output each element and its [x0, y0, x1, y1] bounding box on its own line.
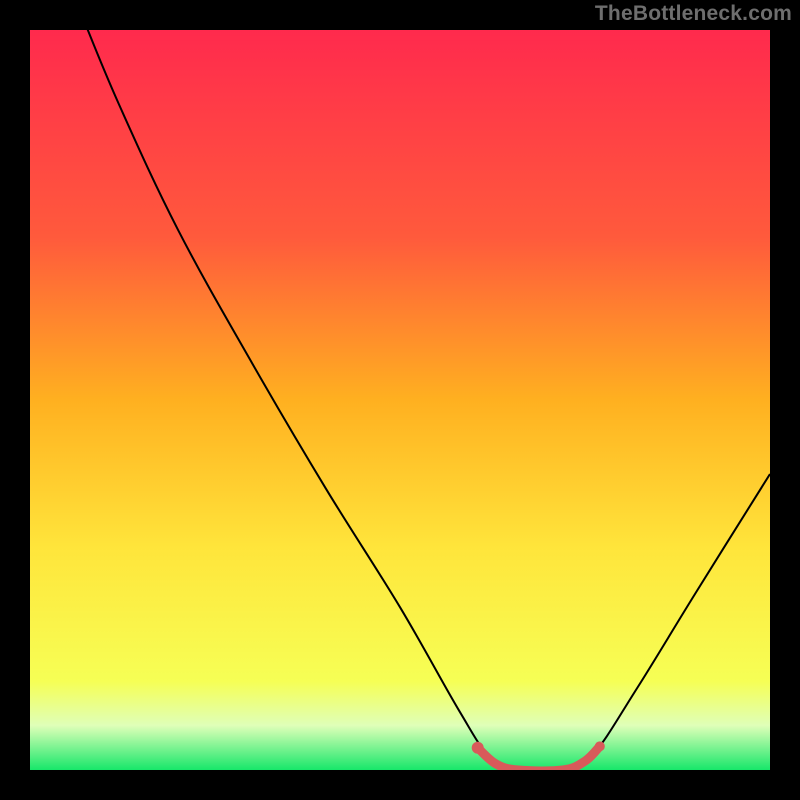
plot-area	[30, 30, 770, 770]
gradient-background	[30, 30, 770, 770]
range-marker	[472, 742, 484, 754]
range-marker	[595, 741, 605, 751]
chart-frame: TheBottleneck.com	[0, 0, 800, 800]
attribution-text: TheBottleneck.com	[595, 2, 792, 26]
bottleneck-chart	[30, 30, 770, 770]
